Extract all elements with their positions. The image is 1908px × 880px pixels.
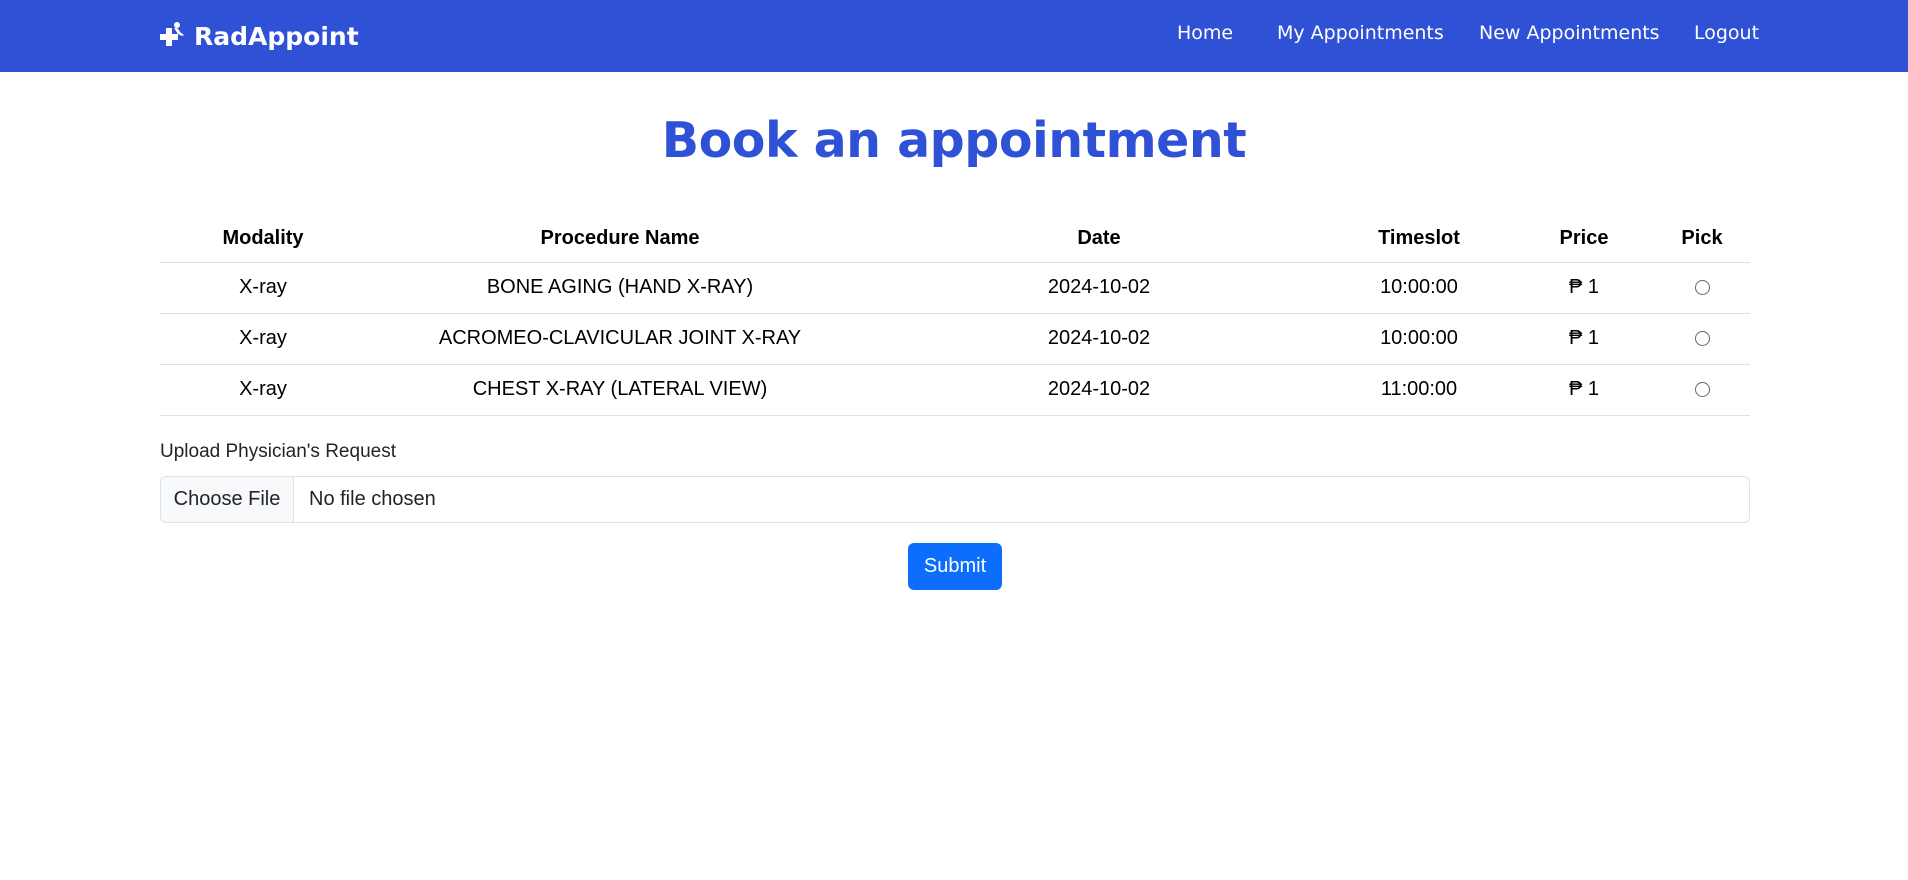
cell-procedure: BONE AGING (HAND X-RAY) bbox=[366, 262, 874, 314]
pick-radio[interactable] bbox=[1694, 331, 1710, 347]
nav-new-appointments-link[interactable]: New Appointments bbox=[1479, 22, 1660, 44]
appointments-table-container: Modality Procedure Name Date Timeslot Pr… bbox=[160, 216, 1750, 416]
cell-price: ₱ 1 bbox=[1514, 364, 1654, 416]
cell-date: 2024-10-02 bbox=[874, 313, 1324, 365]
table-row: X-ray BONE AGING (HAND X-RAY) 2024-10-02… bbox=[160, 262, 1750, 314]
cell-procedure: CHEST X-RAY (LATERAL VIEW) bbox=[366, 364, 874, 416]
header-procedure-name: Procedure Name bbox=[366, 216, 874, 263]
file-upload-input[interactable]: Choose File No file chosen bbox=[160, 476, 1750, 523]
cell-price: ₱ 1 bbox=[1514, 262, 1654, 314]
header-price: Price bbox=[1514, 216, 1654, 263]
cell-price: ₱ 1 bbox=[1514, 313, 1654, 365]
header-pick: Pick bbox=[1654, 216, 1750, 263]
header-modality: Modality bbox=[160, 216, 366, 263]
nav-my-appointments-link[interactable]: My Appointments bbox=[1277, 22, 1444, 44]
cell-date: 2024-10-02 bbox=[874, 364, 1324, 416]
page-title: Book an appointment bbox=[661, 112, 1247, 169]
cell-pick bbox=[1654, 313, 1750, 365]
cell-modality: X-ray bbox=[160, 364, 366, 416]
cell-modality: X-ray bbox=[160, 262, 366, 314]
upload-label: Upload Physician's Request bbox=[160, 441, 396, 462]
appointments-table: Modality Procedure Name Date Timeslot Pr… bbox=[160, 216, 1750, 416]
table-row: X-ray CHEST X-RAY (LATERAL VIEW) 2024-10… bbox=[160, 364, 1750, 416]
cell-date: 2024-10-02 bbox=[874, 262, 1324, 314]
table-header-row: Modality Procedure Name Date Timeslot Pr… bbox=[160, 216, 1750, 263]
cell-timeslot: 10:00:00 bbox=[1324, 262, 1514, 314]
cell-pick bbox=[1654, 364, 1750, 416]
cell-procedure: ACROMEO-CLAVICULAR JOINT X-RAY bbox=[366, 313, 874, 365]
top-navbar: RadAppoint Home My Appointments New Appo… bbox=[0, 0, 1908, 72]
nav-links: Home My Appointments New Appointments Lo… bbox=[0, 22, 1908, 50]
cell-timeslot: 11:00:00 bbox=[1324, 364, 1514, 416]
header-timeslot: Timeslot bbox=[1324, 216, 1514, 263]
file-status-text: No file chosen bbox=[309, 488, 436, 510]
choose-file-button[interactable]: Choose File bbox=[161, 477, 294, 522]
cell-pick bbox=[1654, 262, 1750, 314]
nav-logout-link[interactable]: Logout bbox=[1694, 22, 1759, 44]
pick-radio[interactable] bbox=[1694, 280, 1710, 296]
nav-home-link[interactable]: Home bbox=[1177, 22, 1233, 44]
pick-radio[interactable] bbox=[1694, 382, 1710, 398]
cell-modality: X-ray bbox=[160, 313, 366, 365]
submit-button[interactable]: Submit bbox=[908, 543, 1002, 590]
header-date: Date bbox=[874, 216, 1324, 263]
table-row: X-ray ACROMEO-CLAVICULAR JOINT X-RAY 202… bbox=[160, 313, 1750, 365]
cell-timeslot: 10:00:00 bbox=[1324, 313, 1514, 365]
